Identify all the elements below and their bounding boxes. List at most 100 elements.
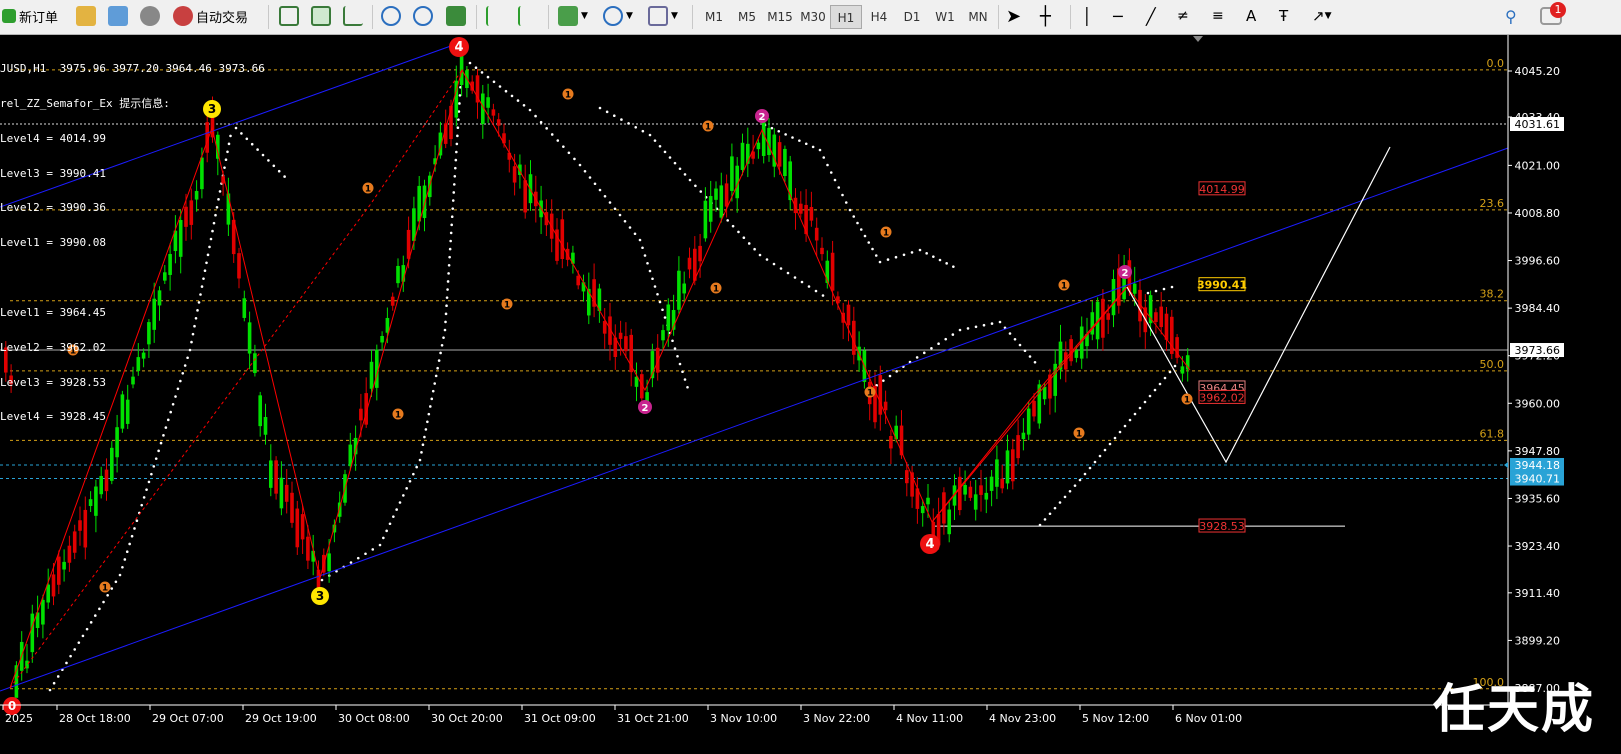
sar-dot — [418, 458, 422, 462]
sar-dot — [618, 213, 622, 217]
candle-body — [348, 444, 353, 467]
sar-dot — [89, 621, 93, 624]
sar-dot — [678, 167, 682, 171]
timeframe-h4[interactable]: H4 — [863, 5, 895, 29]
search-button[interactable]: ⚲ — [1505, 3, 1517, 29]
timeframe-w1[interactable]: W1 — [929, 5, 961, 29]
sar-dot — [800, 280, 804, 284]
sar-dot — [998, 320, 1002, 324]
auto-scroll-button[interactable] — [486, 3, 509, 29]
candle-body — [708, 196, 713, 222]
sar-dot — [1018, 343, 1022, 347]
history-button[interactable] — [108, 3, 131, 29]
market-watch-button[interactable] — [76, 3, 99, 29]
tile-windows-button[interactable] — [446, 3, 469, 29]
candle-body — [889, 436, 893, 449]
sar-dot — [678, 362, 682, 366]
trend-line-icon: ╱ — [1146, 6, 1156, 26]
chart-info-overlay: JUSD,H1 3975.96 3977.20 3964.46 3973.66 … — [0, 40, 265, 435]
toolbar-separator — [372, 5, 373, 29]
timeframe-m15[interactable]: M15 — [764, 5, 796, 29]
level-value: 4014.99 — [1199, 183, 1245, 196]
bar-chart-button[interactable] — [279, 3, 302, 29]
fibonacci-tool[interactable]: ≡ — [1212, 3, 1224, 29]
horizontal-line-tool[interactable]: ─ — [1113, 3, 1123, 29]
auto-trading-icon — [173, 6, 193, 26]
sar-dot — [578, 163, 582, 167]
price-tick-label: 3960.00 — [1515, 397, 1561, 410]
sar-dot — [1048, 512, 1052, 516]
gold-icon — [76, 6, 96, 26]
candle-body — [984, 492, 989, 500]
timeframe-mn[interactable]: MN — [962, 5, 994, 29]
timeframe-m1[interactable]: M1 — [698, 5, 730, 29]
periods-button[interactable]: ▼ — [603, 3, 633, 29]
sar-dot — [627, 122, 630, 125]
sar-dot — [878, 260, 882, 264]
candle-body — [306, 536, 310, 561]
sar-dot — [944, 337, 948, 341]
sar-dot — [446, 280, 450, 283]
sar-dot — [1103, 448, 1107, 452]
trend-line-tool[interactable]: ╱ — [1146, 3, 1156, 29]
price-tick-label: 3911.40 — [1515, 587, 1561, 600]
templates-button[interactable]: ▼ — [648, 3, 678, 29]
sar-dot — [65, 661, 68, 665]
candle-body — [78, 520, 82, 531]
candle-body — [618, 332, 623, 339]
sar-dot — [1108, 442, 1112, 446]
zoom-out-button[interactable] — [413, 3, 436, 29]
sar-dot — [874, 254, 878, 257]
arrows-tool[interactable]: ↗ ▼ — [1312, 3, 1332, 29]
sar-dot — [498, 85, 502, 88]
line-chart-button[interactable] — [343, 3, 366, 29]
price-tag-label: 3940.71 — [1515, 473, 1561, 486]
timeframe-m30[interactable]: M30 — [797, 5, 829, 29]
sar-dot — [1133, 412, 1137, 416]
text-label-tool[interactable]: Ŧ — [1279, 3, 1288, 29]
signals-button[interactable] — [140, 3, 163, 29]
sar-dot — [398, 501, 402, 504]
notifications-button[interactable]: 1 — [1540, 2, 1566, 29]
sar-dot — [451, 199, 455, 202]
sar-dot — [320, 578, 324, 582]
sar-dot — [641, 246, 644, 250]
sar-dot — [951, 333, 955, 336]
sar-dot — [938, 258, 942, 262]
zoom-in-button[interactable] — [381, 3, 404, 29]
candle-body — [300, 514, 305, 540]
time-tick-label: 31 Oct 09:00 — [524, 712, 596, 725]
candle-chart-button[interactable] — [311, 3, 334, 29]
chart-shift-button[interactable] — [518, 3, 541, 29]
sar-dot — [140, 503, 144, 507]
chevron-down-icon: ▼ — [671, 11, 678, 21]
sar-dot — [1146, 291, 1150, 295]
timeframe-m5[interactable]: M5 — [731, 5, 763, 29]
sar-dot — [804, 142, 808, 146]
vertical-line-tool[interactable]: │ — [1082, 3, 1092, 29]
toolbar-separator — [1070, 5, 1071, 29]
sar-dot — [457, 118, 460, 121]
candle-body — [88, 499, 93, 506]
timeframe-d1[interactable]: D1 — [896, 5, 928, 29]
sar-dot — [620, 118, 623, 121]
new-order-button[interactable]: 新订单 — [2, 3, 58, 29]
channel-tool[interactable]: ≠ — [1177, 3, 1189, 29]
sar-dot — [448, 255, 451, 259]
price-tick-label: 3935.60 — [1515, 492, 1561, 505]
cursor-icon: ➤ — [1006, 5, 1022, 27]
cursor-tool[interactable]: ➤ — [1006, 3, 1021, 29]
candlestick-icon — [311, 6, 331, 26]
candle-body — [661, 330, 665, 341]
indicators-button[interactable]: ▼ — [558, 3, 588, 29]
timeframe-h1[interactable]: H1 — [830, 5, 862, 29]
crosshair-tool[interactable]: ┼ — [1040, 3, 1051, 29]
sar-dot — [598, 106, 602, 110]
sar-dot — [737, 230, 740, 234]
sar-dot — [474, 66, 478, 69]
text-tool[interactable]: A — [1246, 3, 1256, 29]
auto-trading-button[interactable]: 自动交易 — [173, 3, 248, 29]
sar-dot — [1063, 495, 1067, 499]
level-up-2: Level2 = 3990.36 — [0, 201, 106, 215]
sar-dot — [349, 561, 353, 564]
